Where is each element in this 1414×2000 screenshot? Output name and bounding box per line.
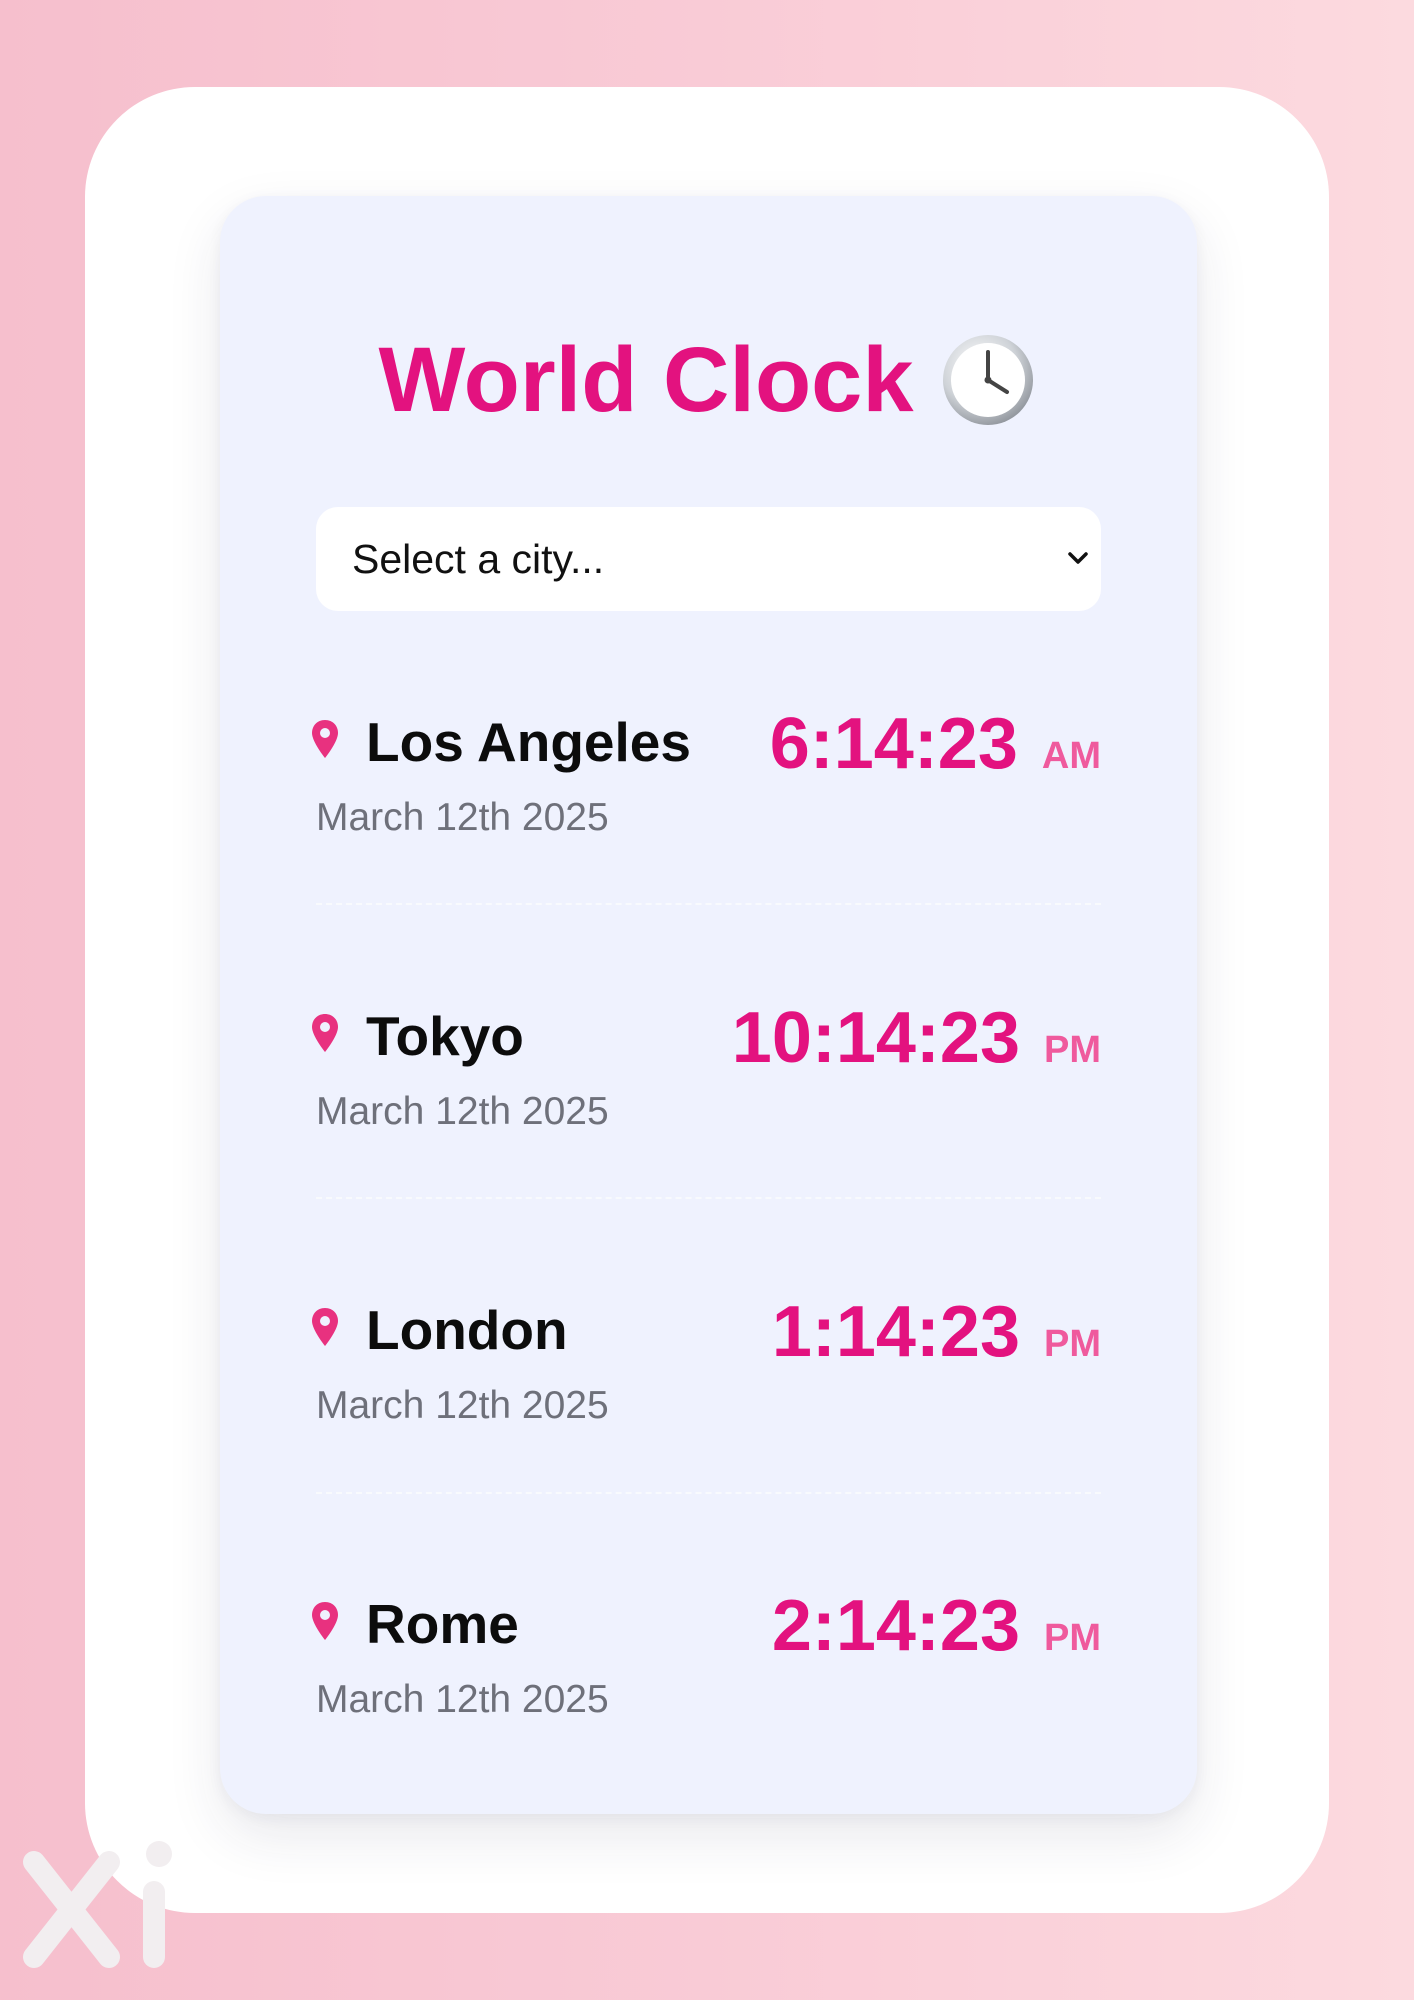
row-divider [316,1197,1101,1199]
row-divider [316,903,1101,905]
city-row-los-angeles: Los Angeles March 12th 2025 6:14:23 AM [310,704,1101,860]
time-period: PM [1044,1029,1101,1071]
city-name: London [366,1299,568,1361]
city-date: March 12th 2025 [316,1678,609,1721]
city-name: Rome [366,1593,519,1655]
chevron-down-icon [1068,552,1088,564]
city-select[interactable]: Select a city... [316,507,1101,611]
location-pin-icon [312,1014,338,1052]
city-time: 10:14:23 PM [732,996,1101,1080]
city-date: March 12th 2025 [316,1090,609,1133]
city-row-tokyo: Tokyo March 12th 2025 10:14:23 PM [310,998,1101,1154]
city-row-london: London March 12th 2025 1:14:23 PM [310,1292,1101,1448]
page-title: World Clock [378,328,914,431]
time-value: 10:14:23 [731,998,1020,1078]
time-period: PM [1044,1323,1101,1365]
city-date: March 12th 2025 [316,796,609,839]
time-period: PM [1044,1617,1101,1659]
location-pin-icon [312,720,338,758]
city-time: 6:14:23 AM [770,702,1101,786]
location-pin-icon [312,1602,338,1640]
city-time: 2:14:23 PM [772,1584,1101,1668]
title-row: World Clock [0,320,1414,440]
time-value: 1:14:23 [771,1292,1020,1372]
city-date: March 12th 2025 [316,1384,609,1427]
watermark-logo [23,1841,172,1968]
time-value: 6:14:23 [769,704,1018,784]
location-pin-icon [312,1308,338,1346]
clock-icon [942,335,1033,425]
time-period: AM [1041,735,1101,777]
city-row-rome: Rome March 12th 2025 2:14:23 PM [310,1586,1101,1742]
city-name: Tokyo [366,1005,524,1067]
city-time: 1:14:23 PM [772,1290,1101,1374]
row-divider [316,1492,1101,1494]
city-select-value: Select a city... [352,535,605,582]
time-value: 2:14:23 [771,1586,1020,1666]
city-name: Los Angeles [366,711,691,773]
